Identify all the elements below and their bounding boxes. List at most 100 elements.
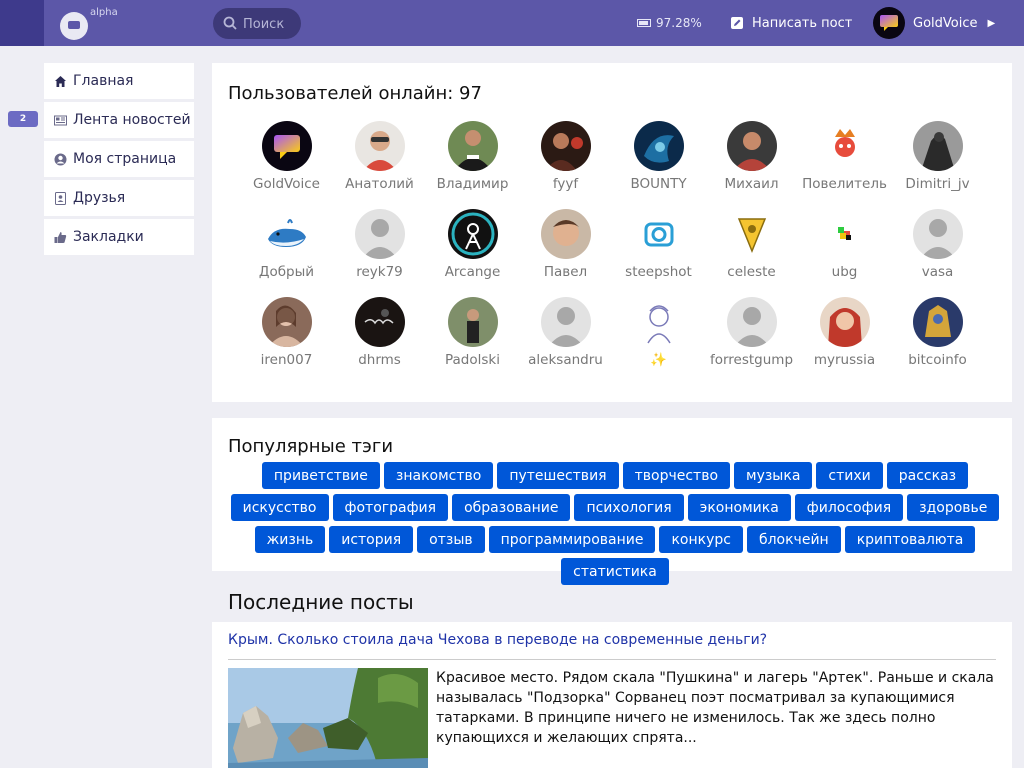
username-label: GoldVoice <box>913 15 978 31</box>
user-item[interactable]: celeste <box>705 209 798 297</box>
tag[interactable]: жизнь <box>254 526 326 553</box>
user-item[interactable]: Михаил <box>705 121 798 209</box>
post-card: Крым. Сколько стоила дача Чехова в перев… <box>212 622 1012 768</box>
user-item[interactable]: vasa <box>891 209 984 297</box>
user-item[interactable]: myrussia <box>798 297 891 385</box>
write-post-button[interactable]: Написать пост <box>730 12 852 34</box>
avatar <box>540 121 591 171</box>
user-name: Повелитель <box>802 176 887 192</box>
user-item[interactable]: aleksandru <box>519 297 612 385</box>
user-name: GoldVoice <box>253 176 320 192</box>
tag[interactable]: философия <box>794 494 904 521</box>
tag[interactable]: психология <box>574 494 684 521</box>
tag[interactable]: экономика <box>687 494 791 521</box>
write-post-label: Написать пост <box>752 15 853 31</box>
online-users-title: Пользователей онлайн: 97 <box>228 83 482 104</box>
sidebar-item-bookmarks[interactable]: Закладки <box>44 219 194 255</box>
tag[interactable]: искусство <box>230 494 329 521</box>
user-menu[interactable]: GoldVoice ▶ <box>873 7 995 39</box>
contacts-icon <box>55 191 66 205</box>
header-inner: alpha 97.28% Написать пост <box>44 0 1024 46</box>
user-item[interactable]: Повелитель <box>798 121 891 209</box>
user-item[interactable]: Владимир <box>426 121 519 209</box>
thumbs-up-icon <box>54 231 67 243</box>
avatar <box>540 209 591 259</box>
user-item[interactable]: Добрый <box>240 209 333 297</box>
tag[interactable]: отзыв <box>417 526 485 553</box>
tag[interactable]: знакомство <box>383 462 494 489</box>
user-item[interactable]: BOUNTY <box>612 121 705 209</box>
tag[interactable]: приветствие <box>261 462 380 489</box>
tag[interactable]: путешествия <box>497 462 619 489</box>
user-name: forrestgump <box>709 352 794 368</box>
user-name: ✨ <box>650 352 667 368</box>
post-excerpt: Красивое место. Рядом скала "Пушкина" и … <box>436 670 994 746</box>
user-item[interactable]: fyyf <box>519 121 612 209</box>
notification-badge[interactable]: 2 <box>8 111 38 127</box>
search-icon <box>223 16 237 30</box>
tag[interactable]: стихи <box>816 462 883 489</box>
user-item[interactable]: Padolski <box>426 297 519 385</box>
sidebar: Главная Лента новостей Моя страница Друз… <box>44 63 194 258</box>
user-name: Dimitri_jv <box>905 176 970 192</box>
user-item[interactable]: bitcoinfo <box>891 297 984 385</box>
user-name: reyk79 <box>356 264 403 280</box>
user-item[interactable]: dhrms <box>333 297 426 385</box>
user-item[interactable]: Анатолий <box>333 121 426 209</box>
tag[interactable]: история <box>329 526 414 553</box>
sidebar-item-label: Лента новостей <box>73 112 191 128</box>
chat-bubble-icon <box>880 15 898 31</box>
user-item[interactable]: GoldVoice <box>240 121 333 209</box>
sidebar-item-friends[interactable]: Друзья <box>44 180 194 216</box>
sidebar-item-label: Друзья <box>73 190 126 206</box>
user-name: BOUNTY <box>630 176 687 192</box>
user-item[interactable]: steepshot <box>612 209 705 297</box>
tag[interactable]: фотография <box>332 494 449 521</box>
sidebar-item-feed[interactable]: Лента новостей <box>44 102 194 138</box>
user-item[interactable]: Arcange <box>426 209 519 297</box>
tag[interactable]: творчество <box>622 462 731 489</box>
post-title-link[interactable]: Крым. Сколько стоила дача Чехова в перев… <box>228 632 767 648</box>
user-name: vasa <box>921 264 954 280</box>
sidebar-item-home[interactable]: Главная <box>44 63 194 99</box>
user-name: aleksandru <box>528 352 603 368</box>
home-icon <box>55 75 66 87</box>
avatar <box>633 121 684 171</box>
user-item[interactable]: Dimitri_jv <box>891 121 984 209</box>
tag[interactable]: здоровье <box>907 494 1000 521</box>
user-item[interactable]: ubg <box>798 209 891 297</box>
tag[interactable]: конкурс <box>659 526 743 553</box>
search-input[interactable] <box>243 14 297 34</box>
user-name: Padolski <box>445 352 500 368</box>
user-name: Arcange <box>444 264 501 280</box>
tag[interactable]: программирование <box>488 526 656 553</box>
user-item[interactable]: ✨ <box>612 297 705 385</box>
user-circle-icon <box>54 153 67 165</box>
divider <box>228 659 996 660</box>
online-users-grid: GoldVoice Анатолий Владимир fyyf BOUNTY <box>240 121 1000 385</box>
tag[interactable]: криптовалюта <box>844 526 976 553</box>
pencil-icon <box>731 17 743 29</box>
user-name: ubg <box>831 264 858 280</box>
tag[interactable]: статистика <box>561 558 669 585</box>
user-item[interactable]: iren007 <box>240 297 333 385</box>
tag[interactable]: образование <box>452 494 571 521</box>
search-box[interactable] <box>213 8 301 39</box>
user-name: fyyf <box>552 176 579 192</box>
chat-bubble-icon <box>60 12 88 40</box>
avatar <box>633 209 684 259</box>
avatar <box>633 297 684 347</box>
user-item[interactable]: Павел <box>519 209 612 297</box>
avatar <box>447 297 498 347</box>
post-image <box>228 668 428 768</box>
tag[interactable]: блокчейн <box>746 526 841 553</box>
sidebar-item-my-page[interactable]: Моя страница <box>44 141 194 177</box>
user-item[interactable]: reyk79 <box>333 209 426 297</box>
user-name: bitcoinfo <box>908 352 967 368</box>
logo[interactable]: alpha <box>60 6 118 40</box>
post-thumbnail[interactable] <box>228 668 428 768</box>
popular-tags-card: Популярные тэги приветствие знакомство п… <box>212 418 1012 585</box>
tag[interactable]: музыка <box>734 462 813 489</box>
user-item[interactable]: forrestgump <box>705 297 798 385</box>
tag[interactable]: рассказ <box>886 462 969 489</box>
